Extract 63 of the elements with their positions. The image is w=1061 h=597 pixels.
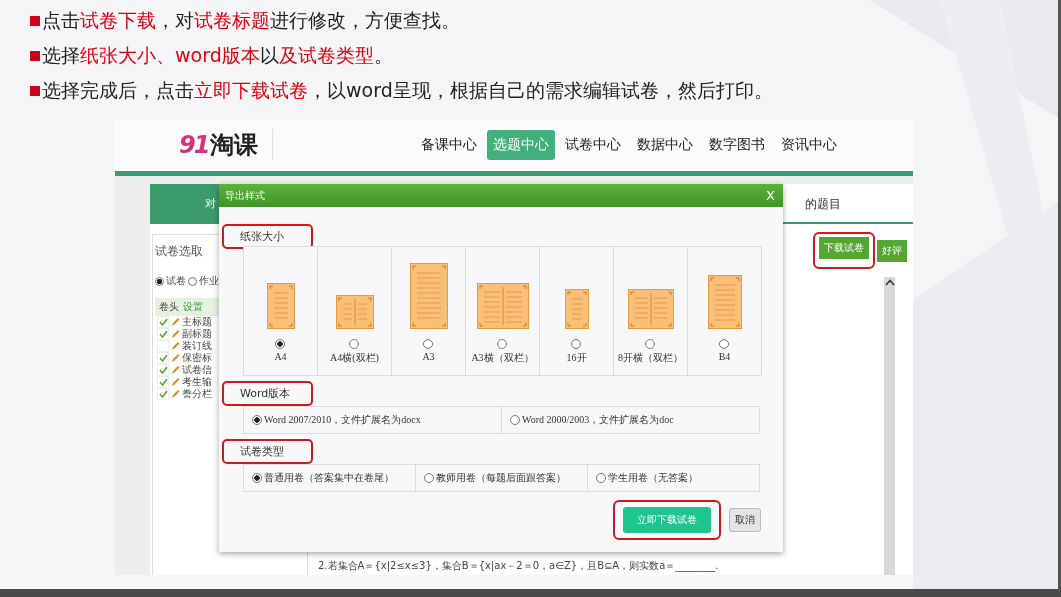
tab[interactable]: 的题目 xyxy=(789,184,913,222)
panel-title: 试卷选取 xyxy=(155,243,204,260)
paper-icon xyxy=(707,275,742,329)
radio-button[interactable] xyxy=(274,339,285,349)
section-title: Word版本 xyxy=(222,381,313,406)
radio-option[interactable]: 教师用卷（每题后面跟答案） xyxy=(424,471,579,485)
radio-option[interactable]: 作业 xyxy=(188,274,219,288)
paper-icon xyxy=(266,283,295,329)
paper-icon xyxy=(564,289,589,329)
cancel-button[interactable]: 取消 xyxy=(729,508,761,532)
bullet-text: 选择纸张大小、word版本以及试卷类型。 xyxy=(42,44,393,67)
option-label: A4 xyxy=(274,351,287,362)
checkbox[interactable] xyxy=(157,364,169,376)
scroll-up-icon xyxy=(884,279,895,286)
option-label: A4横(双栏) xyxy=(330,351,379,365)
checkbox[interactable] xyxy=(157,316,169,328)
radio-button[interactable] xyxy=(570,339,581,349)
radio-button[interactable] xyxy=(718,339,729,349)
setting-label: 主标题 xyxy=(182,315,212,329)
scrollbar[interactable] xyxy=(884,277,895,575)
checkbox[interactable] xyxy=(157,352,169,364)
bullet-icon xyxy=(30,85,40,96)
setting-label: 装订线 xyxy=(182,339,212,352)
setting-label: 考生输 xyxy=(182,375,212,389)
radio-button[interactable] xyxy=(422,339,433,349)
option-label: B4 xyxy=(718,351,731,362)
checkbox[interactable] xyxy=(157,376,169,388)
bullet-icon xyxy=(30,50,40,61)
nav-item[interactable]: 数据中心 xyxy=(631,130,699,160)
option-label: 8开横（双栏） xyxy=(618,351,683,365)
paper-icon xyxy=(627,289,674,329)
bullet-icon xyxy=(30,15,40,26)
bullet-text: 点击试卷下载，对试卷标题进行修改，方便查找。 xyxy=(42,9,460,32)
radio-option[interactable]: 学生用卷（无答案） xyxy=(596,471,751,485)
option-label: A3 xyxy=(422,351,435,362)
nav-item[interactable]: 备课中心 xyxy=(415,130,483,160)
radio-option[interactable]: 普通用卷（答案集中在卷尾） xyxy=(252,471,407,485)
column-header: 卷头 xyxy=(159,300,179,314)
option-label: 16开 xyxy=(566,351,587,365)
radio-option[interactable]: 试卷 xyxy=(155,274,186,288)
setting-label: 副标题 xyxy=(182,327,212,340)
column-header: 设置 xyxy=(183,300,203,314)
setting-label: 誊分栏 xyxy=(182,387,212,401)
paper-icon xyxy=(335,295,374,329)
logo[interactable]: 91淘课 xyxy=(179,129,274,161)
nav-item[interactable]: 数字图书 xyxy=(703,130,771,160)
radio-option[interactable]: Word 2000/2003，文件扩展名为doc xyxy=(510,413,751,427)
paper-icon xyxy=(409,263,448,329)
setting-label: 试卷信 xyxy=(182,363,212,376)
radio-button[interactable] xyxy=(496,339,507,349)
radio-button[interactable] xyxy=(644,339,655,349)
checkbox[interactable] xyxy=(157,388,169,400)
question-text: 2.若集合A＝{x|2≤x≤3}，集合B＝{x|ax－2＝0，a∈Z}，且B⊆A，则实数a＝________. xyxy=(318,559,719,573)
paper-icon xyxy=(476,283,529,329)
checkbox[interactable] xyxy=(157,328,169,340)
nav-item[interactable]: 资讯中心 xyxy=(775,130,843,160)
radio-button[interactable] xyxy=(348,339,359,349)
section-title: 试卷类型 xyxy=(222,439,313,464)
radio-option[interactable]: Word 2007/2010，文件扩展名为docx xyxy=(252,413,493,427)
nav-item[interactable]: 试卷中心 xyxy=(559,130,627,160)
bullet-text: 选择完成后，点击立即下载试卷，以word呈现，根据自己的需求编辑试卷，然后打印。 xyxy=(42,79,773,102)
option-label: A3横（双栏） xyxy=(471,351,534,365)
setting-label: 保密标 xyxy=(182,351,212,365)
